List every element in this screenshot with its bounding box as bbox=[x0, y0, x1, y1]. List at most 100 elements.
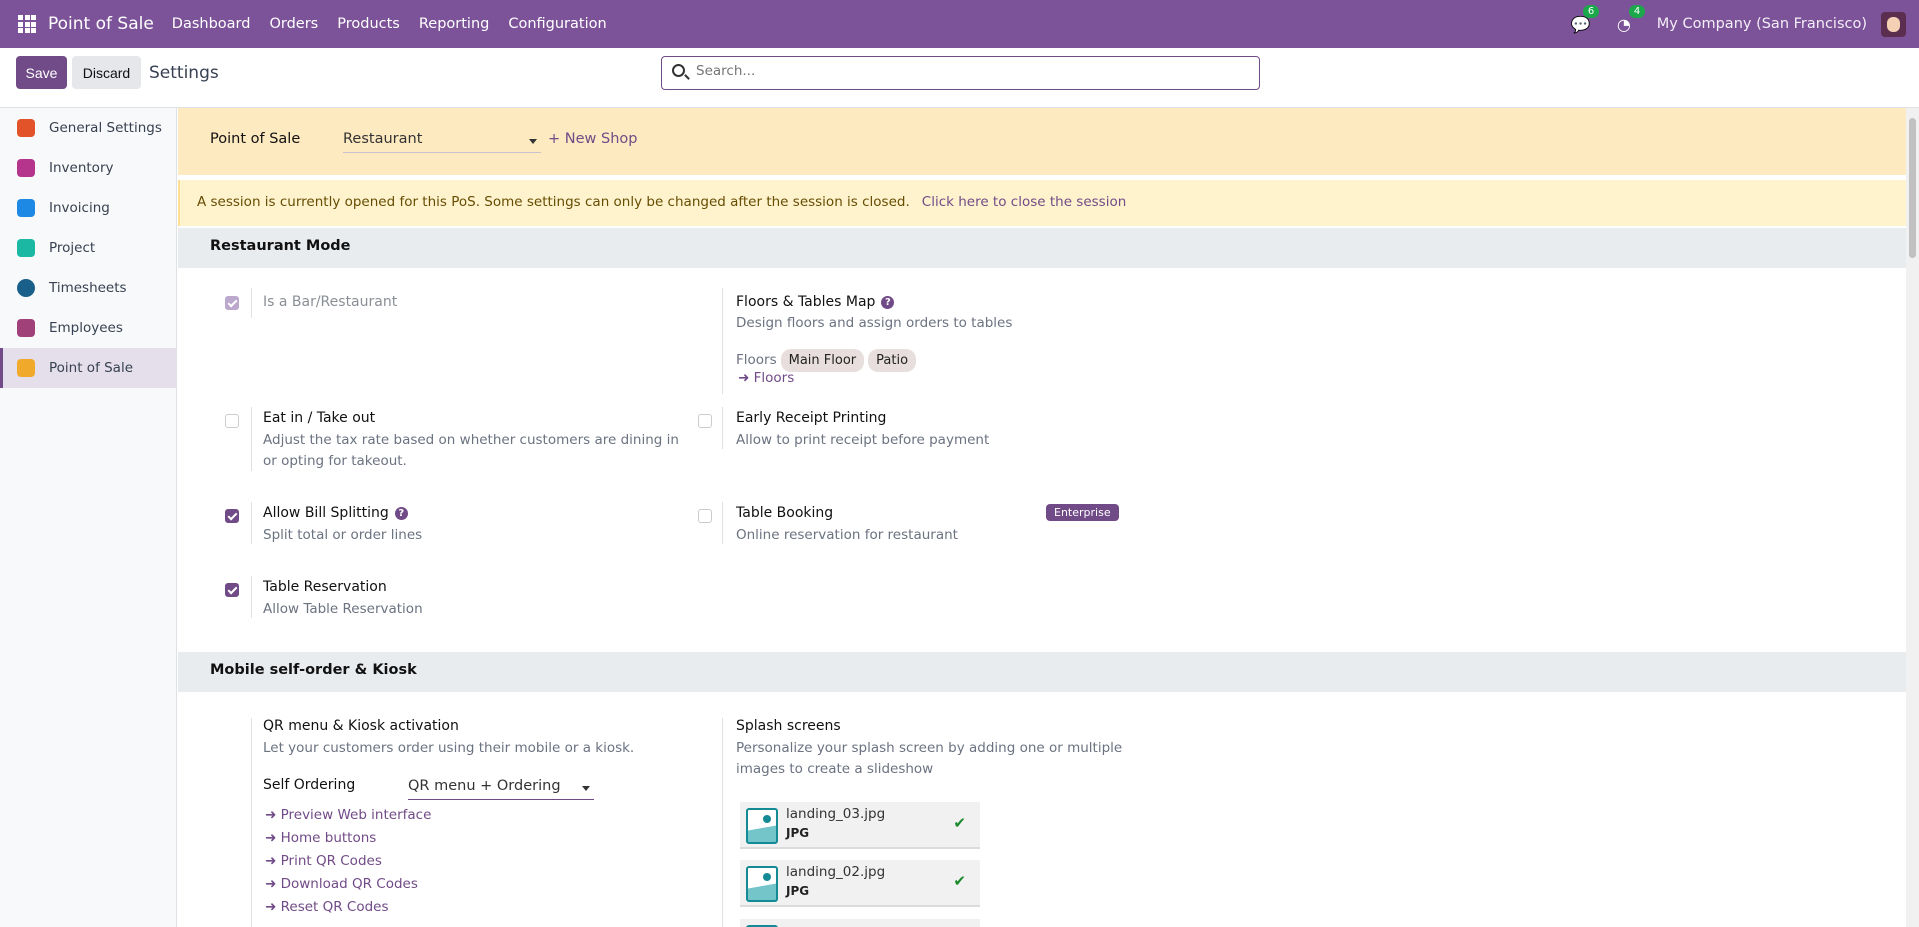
early-receipt-checkbox[interactable] bbox=[698, 414, 712, 428]
image-file-icon bbox=[746, 866, 778, 902]
scrollbar[interactable] bbox=[1906, 108, 1919, 927]
is-bar-label: Is a Bar/Restaurant bbox=[263, 294, 398, 310]
print-qr-link: ➜ Print QR Codes bbox=[265, 853, 382, 869]
arrow-right-icon: ➜ bbox=[265, 830, 281, 846]
sidebar-item-label: Timesheets bbox=[49, 280, 127, 296]
preview-web-link: ➜ Preview Web interface bbox=[265, 807, 431, 823]
section-header-restaurant-mode: Restaurant Mode bbox=[178, 228, 1906, 268]
divider bbox=[251, 288, 252, 318]
new-shop-button[interactable]: + New Shop bbox=[548, 131, 637, 147]
floors-label: Floors bbox=[736, 352, 777, 368]
clock-icon: ◔ bbox=[1616, 14, 1631, 34]
splash-file[interactable]: landing_03.jpg JPG ✔ bbox=[740, 802, 980, 849]
activities-button[interactable]: ◔ 4 bbox=[1616, 4, 1646, 34]
invoicing-icon bbox=[17, 199, 35, 217]
messages-badge: 6 bbox=[1582, 4, 1600, 18]
self-ordering-select[interactable]: QR menu + Ordering bbox=[408, 778, 594, 800]
settings-sidebar: General Settings Inventory Invoicing Pro… bbox=[0, 108, 177, 927]
pos-label: Point of Sale bbox=[210, 131, 301, 147]
close-session-link[interactable]: Click here to close the session bbox=[922, 194, 1127, 210]
menu-orders[interactable]: Orders bbox=[269, 16, 318, 32]
search-icon bbox=[672, 64, 685, 77]
sidebar-item-inventory[interactable]: Inventory bbox=[0, 148, 176, 188]
menu-products[interactable]: Products bbox=[337, 16, 400, 32]
bill-splitting-checkbox[interactable] bbox=[225, 509, 239, 523]
user-avatar[interactable] bbox=[1881, 11, 1906, 37]
eat-in-checkbox[interactable] bbox=[225, 414, 239, 428]
early-receipt-title: Early Receipt Printing bbox=[736, 410, 887, 426]
sidebar-item-label: Inventory bbox=[49, 160, 114, 176]
app-menu-icon[interactable] bbox=[18, 15, 36, 33]
table-reservation-checkbox[interactable] bbox=[225, 583, 239, 597]
save-button[interactable]: Save bbox=[16, 56, 67, 89]
reset-qr-link: ➜ Reset QR Codes bbox=[265, 899, 389, 915]
arrow-right-icon: ➜ bbox=[265, 853, 281, 869]
floors-field: Floors Main Floor Patio bbox=[736, 349, 917, 372]
table-reservation-title: Table Reservation bbox=[263, 579, 387, 595]
link-text[interactable]: Download QR Codes bbox=[281, 876, 418, 892]
sidebar-item-general-settings[interactable]: General Settings bbox=[0, 108, 176, 148]
splash-title: Splash screens bbox=[736, 718, 841, 734]
general-settings-icon bbox=[17, 119, 35, 137]
help-icon[interactable]: ? bbox=[881, 296, 895, 309]
sidebar-item-label: Invoicing bbox=[49, 200, 110, 216]
is-bar-checkbox bbox=[225, 296, 239, 310]
search-box[interactable] bbox=[661, 56, 1260, 90]
eat-in-title: Eat in / Take out bbox=[263, 410, 376, 426]
scrollbar-thumb[interactable] bbox=[1909, 118, 1916, 258]
timesheets-icon bbox=[17, 279, 35, 297]
sidebar-item-project[interactable]: Project bbox=[0, 228, 176, 268]
sidebar-item-label: Employees bbox=[49, 320, 123, 336]
floor-tag[interactable]: Patio bbox=[868, 349, 917, 372]
divider bbox=[722, 288, 723, 394]
bill-splitting-title-text: Allow Bill Splitting bbox=[263, 505, 389, 521]
image-file-icon bbox=[746, 808, 778, 844]
table-booking-checkbox[interactable] bbox=[698, 509, 712, 523]
discard-button[interactable]: Discard bbox=[72, 56, 141, 89]
arrow-right-icon: ➜ bbox=[265, 899, 281, 915]
menu-configuration[interactable]: Configuration bbox=[508, 16, 606, 32]
floors-map-title-text: Floors & Tables Map bbox=[736, 294, 876, 310]
sidebar-item-invoicing[interactable]: Invoicing bbox=[0, 188, 176, 228]
splash-file-partial[interactable] bbox=[740, 919, 980, 927]
help-icon[interactable]: ? bbox=[394, 507, 408, 520]
page-title: Settings bbox=[149, 63, 219, 83]
floors-link-text[interactable]: Floors bbox=[754, 370, 795, 386]
divider bbox=[251, 407, 252, 471]
session-alert: A session is currently opened for this P… bbox=[178, 180, 1906, 226]
sidebar-item-timesheets[interactable]: Timesheets bbox=[0, 268, 176, 308]
table-booking-title: Table Booking bbox=[736, 505, 834, 521]
table-booking-desc: Online reservation for restaurant bbox=[736, 527, 958, 543]
activities-badge: 4 bbox=[1628, 4, 1646, 18]
search-input[interactable] bbox=[696, 63, 1236, 79]
pos-selector-banner: Point of Sale Restaurant + New Shop bbox=[178, 108, 1906, 175]
messages-button[interactable]: 💬 6 bbox=[1571, 4, 1600, 34]
link-text[interactable]: Home buttons bbox=[281, 830, 377, 846]
employees-icon bbox=[17, 319, 35, 337]
sidebar-item-label: Point of Sale bbox=[49, 360, 134, 376]
settings-content: Point of Sale Restaurant + New Shop A se… bbox=[178, 108, 1906, 927]
sidebar-item-employees[interactable]: Employees bbox=[0, 308, 176, 348]
pos-shop-value: Restaurant bbox=[343, 131, 423, 147]
check-icon: ✔ bbox=[953, 814, 966, 832]
link-text[interactable]: Print QR Codes bbox=[281, 853, 382, 869]
file-name: landing_03.jpg bbox=[786, 806, 886, 822]
divider bbox=[251, 576, 252, 618]
link-text[interactable]: Reset QR Codes bbox=[281, 899, 389, 915]
splash-file[interactable]: landing_02.jpg JPG ✔ bbox=[740, 860, 980, 907]
company-switcher[interactable]: My Company (San Francisco) bbox=[1657, 16, 1867, 32]
app-name[interactable]: Point of Sale bbox=[48, 14, 154, 34]
floor-tag[interactable]: Main Floor bbox=[780, 349, 865, 372]
menu-reporting[interactable]: Reporting bbox=[419, 16, 490, 32]
menu-dashboard[interactable]: Dashboard bbox=[172, 16, 251, 32]
arrow-right-icon: ➜ bbox=[738, 370, 754, 386]
splash-desc: Personalize your splash screen by adding… bbox=[736, 740, 1123, 777]
alert-text: A session is currently opened for this P… bbox=[197, 194, 910, 210]
pos-shop-select[interactable]: Restaurant bbox=[343, 131, 541, 153]
floors-link: ➜ Floors bbox=[738, 370, 794, 386]
check-icon: ✔ bbox=[953, 872, 966, 890]
project-icon bbox=[17, 239, 35, 257]
sidebar-item-point-of-sale[interactable]: Point of Sale bbox=[0, 348, 176, 388]
control-panel: Save Discard Settings bbox=[0, 48, 1919, 108]
link-text[interactable]: Preview Web interface bbox=[281, 807, 432, 823]
